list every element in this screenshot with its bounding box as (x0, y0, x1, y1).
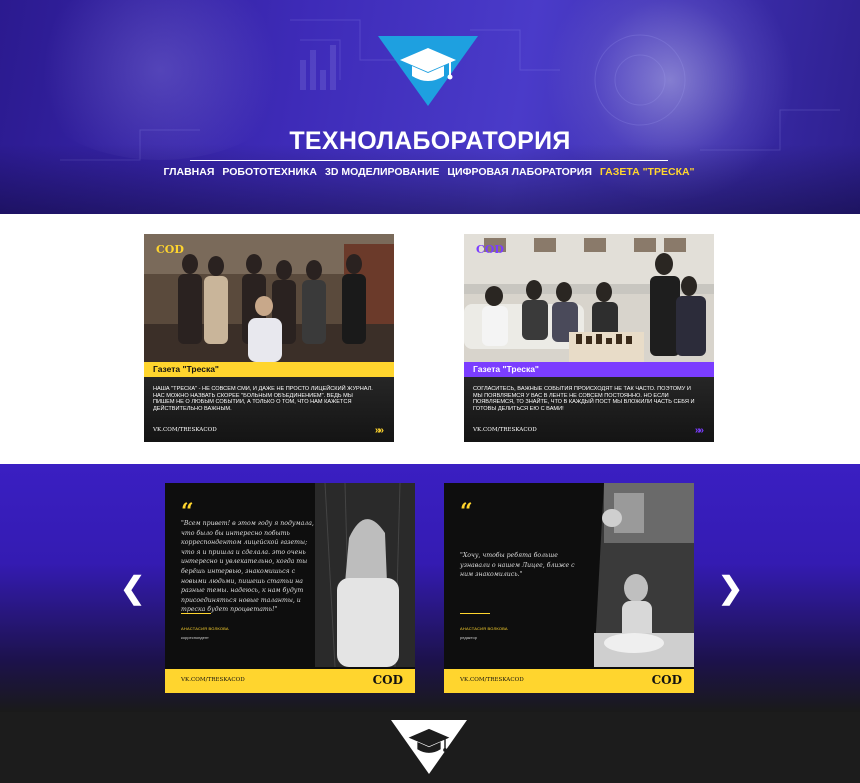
double-chevron-right-icon[interactable]: »» (375, 425, 384, 436)
quote-divider (181, 613, 211, 614)
post-text: СОГЛАСИТЕСЬ, ВАЖНЫЕ СОБЫТИЯ ПРОИСХОДЯТ Н… (473, 386, 695, 412)
post-brand-logo: COD (476, 243, 504, 256)
quote-mark-icon: “ (460, 499, 473, 525)
quote-photo (315, 483, 415, 667)
quote-brand-logo: COD (372, 673, 403, 687)
quote-footer: VK.COM/TRESKACOD COD (444, 669, 694, 693)
post-link[interactable]: VK.COM/TRESKACOD (473, 427, 537, 433)
double-chevron-right-icon[interactable]: »» (695, 425, 704, 436)
post-body: СОГЛАСИТЕСЬ, ВАЖНЫЕ СОБЫТИЯ ПРОИСХОДЯТ Н… (464, 377, 714, 442)
quote-author-role: корреспондент (181, 635, 209, 640)
post-tag: Газета "Треска" (144, 362, 394, 377)
main-nav: ГЛАВНАЯ РОБОТОТЕХНИКА 3D МОДЕЛИРОВАНИЕ Ц… (163, 160, 695, 183)
chevron-left-icon[interactable]: ❮ (120, 574, 145, 604)
post-card[interactable]: COD Газета "Треска" НАША "ТРЕСКА" - НЕ С… (144, 234, 394, 442)
nav-item-digital-lab[interactable]: ЦИФРОВАЯ ЛАБОРАТОРИЯ (443, 161, 596, 183)
post-body: НАША "ТРЕСКА" - НЕ СОВСЕМ СМИ, И ДАЖЕ НЕ… (144, 377, 394, 442)
quote-author: АНАСТАСИЯ ВОЛКОВА (181, 626, 229, 631)
quote-card: “ "Хочу, чтобы ребята больше узнавали о … (444, 483, 694, 693)
quote-link[interactable]: VK.COM/TRESKACOD (181, 677, 245, 683)
quote-photo (574, 483, 694, 667)
post-card[interactable]: COD Газета "Треска" СОГЛАСИТЕСЬ, ВАЖНЫЕ … (464, 234, 714, 442)
quote-footer: VK.COM/TRESKACOD COD (165, 669, 415, 693)
header-banner: ТЕХНОЛАБОРАТОРИЯ ГЛАВНАЯ РОБОТОТЕХНИКА 3… (0, 0, 860, 214)
post-tag: Газета "Треска" (464, 362, 714, 377)
post-text: НАША "ТРЕСКА" - НЕ СОВСЕМ СМИ, И ДАЖЕ НЕ… (153, 386, 373, 412)
quote-brand-logo: COD (651, 673, 682, 687)
footer (0, 712, 860, 783)
graduation-cap-icon (408, 728, 450, 753)
quote-text: "Хочу, чтобы ребята больше узнавали о на… (460, 552, 575, 579)
quote-divider (460, 613, 490, 614)
quotes-slider: ❮ “ "Всем привет! в этом году я подумала… (0, 464, 860, 712)
quote-author: АНАСТАСИЯ ВОЛКОВА (460, 626, 508, 631)
chevron-right-icon[interactable]: ❯ (718, 574, 743, 604)
quote-link[interactable]: VK.COM/TRESKACOD (460, 677, 524, 683)
quote-text: "Всем привет! в этом году я подумала, чт… (181, 520, 314, 614)
quote-card: “ "Всем привет! в этом году я подумала, … (165, 483, 415, 693)
nav-item-home[interactable]: ГЛАВНАЯ (159, 161, 218, 183)
nav-item-robotics[interactable]: РОБОТОТЕХНИКА (218, 161, 321, 183)
post-brand-logo: COD (156, 243, 184, 256)
nav-item-3d-modeling[interactable]: 3D МОДЕЛИРОВАНИЕ (321, 161, 443, 183)
site-title: ТЕХНОЛАБОРАТОРИЯ (289, 127, 571, 155)
posts-section: COD Газета "Треска" НАША "ТРЕСКА" - НЕ С… (0, 214, 860, 464)
nav-item-newspaper[interactable]: ГАЗЕТА "ТРЕСКА" (596, 161, 699, 183)
post-link[interactable]: VK.COM/TRESKACOD (153, 427, 217, 433)
graduation-cap-icon (400, 48, 456, 81)
quote-author-role: редактор (460, 635, 477, 640)
